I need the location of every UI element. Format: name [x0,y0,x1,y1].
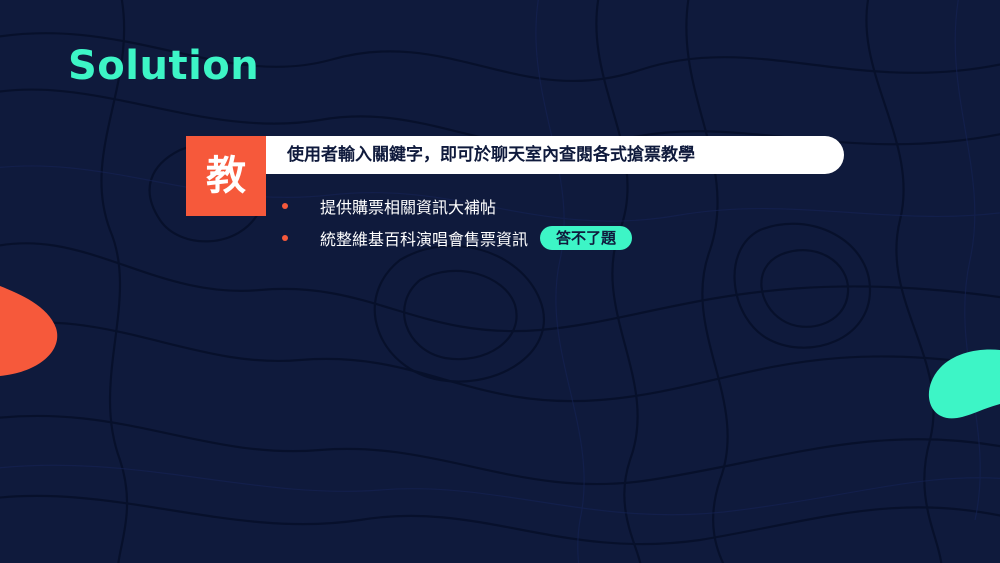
teach-badge: 教 [186,136,266,216]
bullet-list: 提供購票相關資訊大補帖 統整維基百科演唱會售票資訊 答不了題 [282,190,633,254]
green-blob-decoration [928,349,1000,419]
bullet-text: 統整維基百科演唱會售票資訊 [320,230,529,249]
slide-title: Solution [68,43,260,89]
headline-pill: 使用者輸入關鍵字，即可於聊天室內查閱各式搶票教學 [262,136,844,174]
bullet-dot-icon [282,235,288,241]
bullet-dot-icon [282,203,288,209]
slide: Solution 使用者輸入關鍵字，即可於聊天室內查閱各式搶票教學 教 提供購票… [0,0,1000,563]
headline-text: 使用者輸入關鍵字，即可於聊天室內查閱各式搶票教學 [287,145,695,165]
bullet-text: 提供購票相關資訊大補帖 [320,198,497,217]
bullet-item: 提供購票相關資訊大補帖 [282,190,632,222]
bullet-item: 統整維基百科演唱會售票資訊 答不了題 [282,222,633,254]
unanswerable-tag: 答不了題 [540,226,633,250]
orange-blob-decoration [0,286,58,376]
